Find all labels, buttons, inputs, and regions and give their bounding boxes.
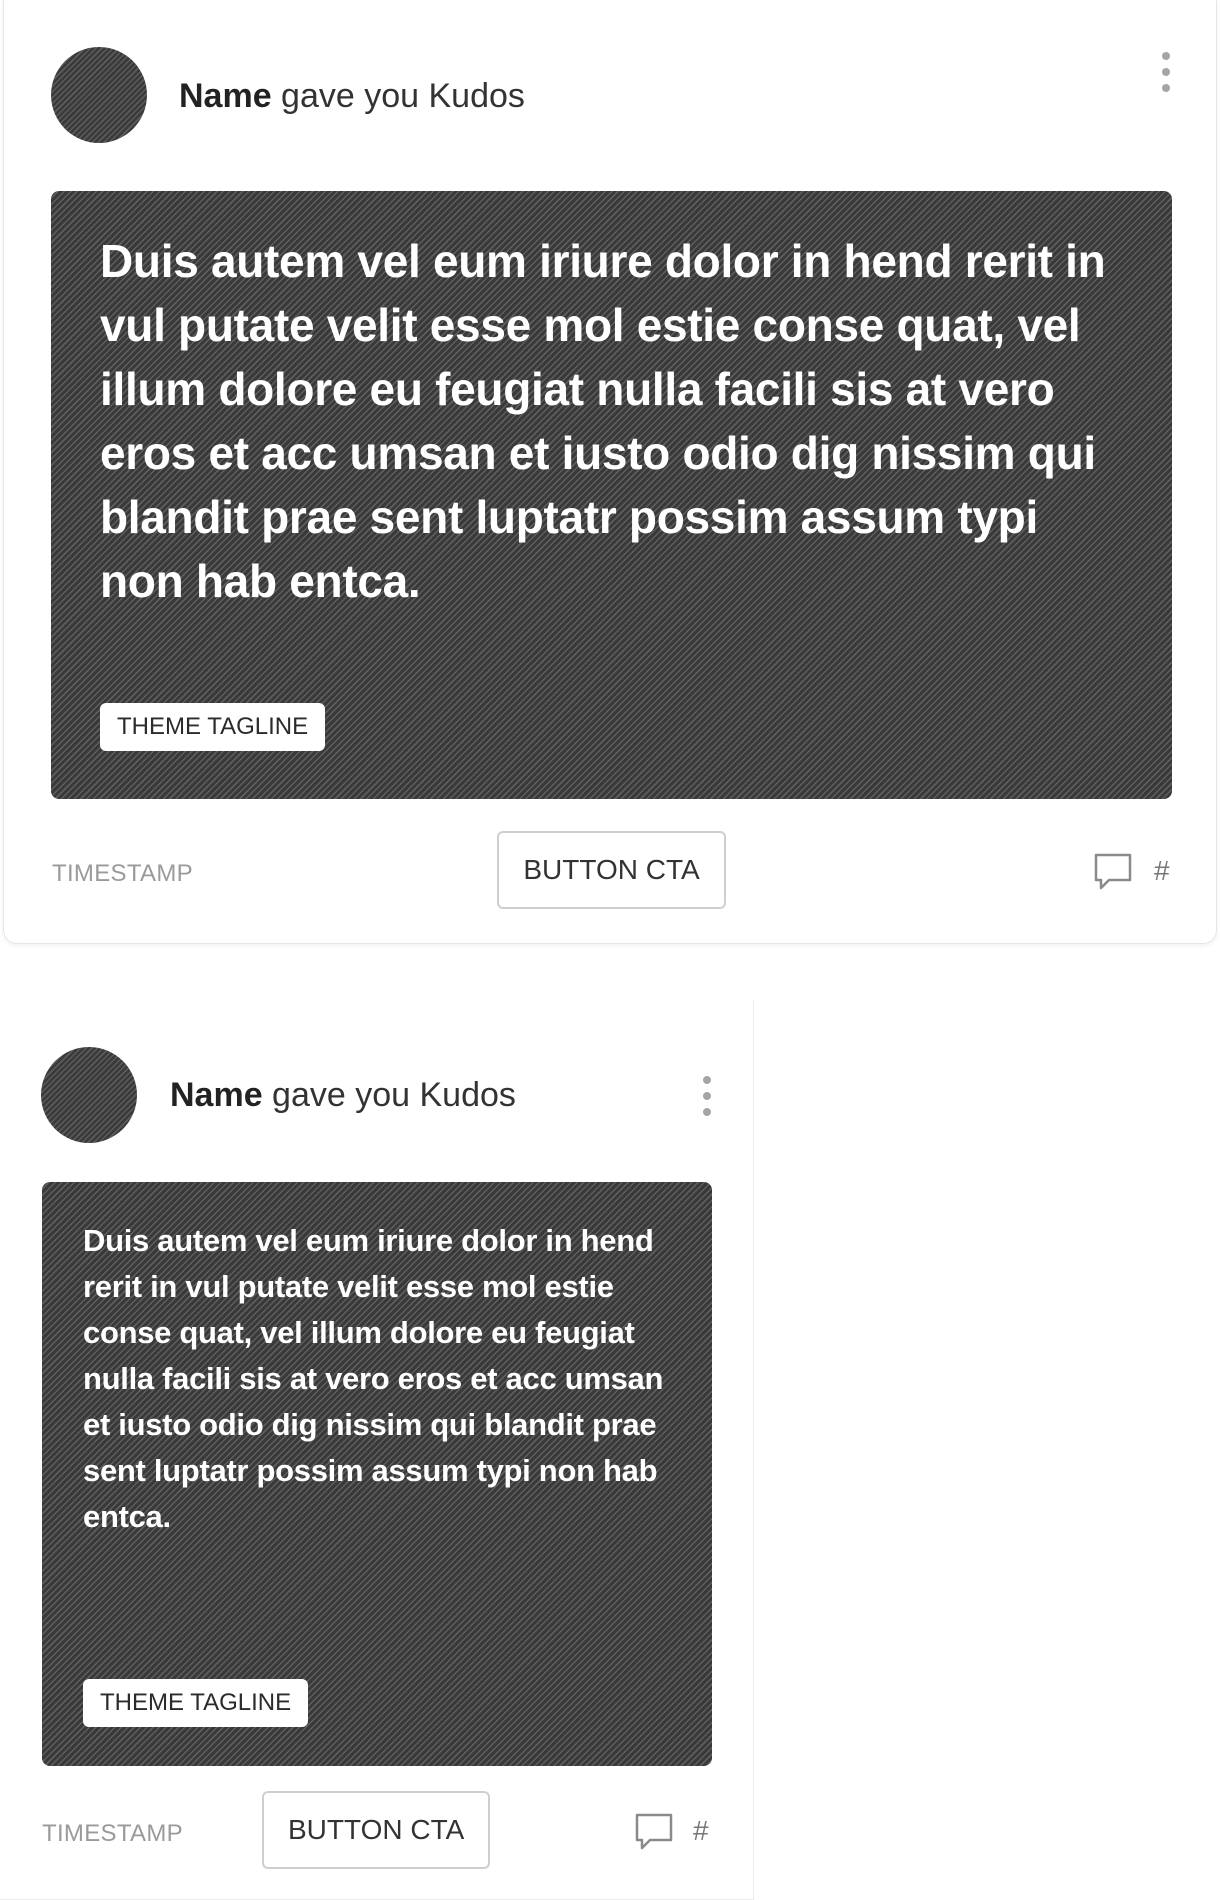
comment-count: # [693,1815,709,1846]
theme-tagline-badge: THEME TAGLINE [83,1679,309,1727]
theme-tagline-badge: THEME TAGLINE [100,703,326,751]
kudos-message: Duis autem vel eum iriure dolor in hend … [83,1223,664,1534]
timestamp: TIMESTAMP [42,1820,183,1847]
kudos-message: Duis autem vel eum iriure dolor in hend … [100,235,1106,607]
kudos-card: Name gave you Kudos Duis autem vel eum i… [3,0,1217,944]
kudos-card: Name gave you Kudos Duis autem vel eum i… [0,1000,754,1900]
author-name[interactable]: Name [170,1076,263,1114]
action-text: gave you Kudos [262,1076,516,1114]
action-text: gave you Kudos [271,77,525,115]
card-headline: Name gave you Kudos [179,76,525,116]
comment-icon[interactable] [634,1812,674,1852]
kudos-message-panel: Duis autem vel eum iriure dolor in hend … [42,1182,712,1766]
avatar[interactable] [51,47,147,143]
kudos-message-panel: Duis autem vel eum iriure dolor in hend … [51,191,1172,799]
kebab-menu-icon[interactable] [1159,52,1173,92]
comment-icon[interactable] [1093,852,1133,892]
avatar[interactable] [41,1047,137,1143]
cta-button[interactable]: BUTTON CTA [497,831,726,909]
timestamp: TIMESTAMP [52,860,193,887]
comment-count: # [1154,855,1170,886]
kebab-menu-icon[interactable] [700,1076,714,1116]
card-headline: Name gave you Kudos [170,1075,516,1115]
author-name[interactable]: Name [179,77,272,115]
cta-button[interactable]: BUTTON CTA [262,1791,490,1869]
